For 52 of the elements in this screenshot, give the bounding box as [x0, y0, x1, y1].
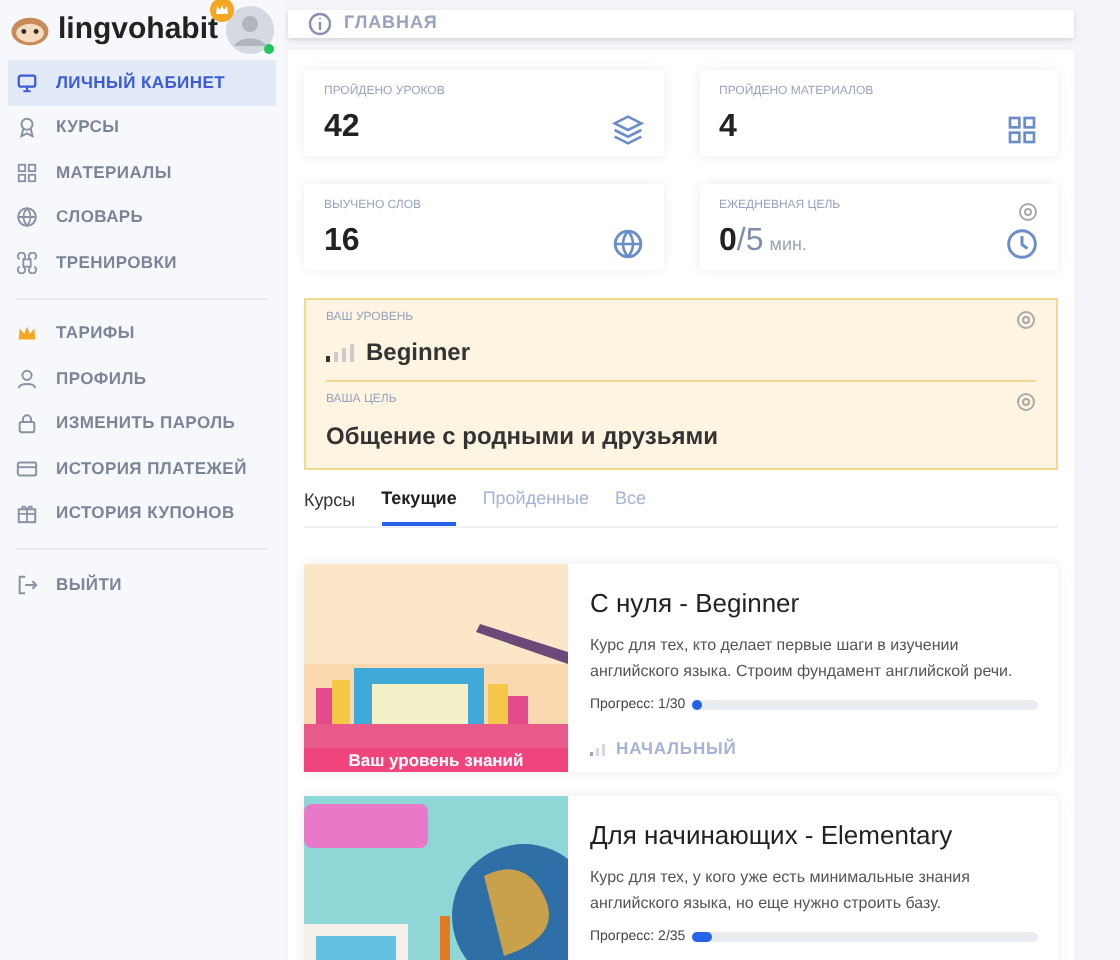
difficulty-label: НАЧАЛЬНЫЙ [616, 736, 737, 762]
section-title: Курсы [304, 487, 356, 514]
lock-icon [16, 412, 38, 435]
level-value: Beginner [366, 335, 471, 369]
sidebar-item[interactable]: ВЫЙТИ [8, 562, 276, 607]
sidebar-item[interactable]: ТАРИФЫ [8, 311, 276, 356]
tab[interactable]: Все [615, 485, 647, 526]
stat-value: 4 [719, 107, 739, 147]
course-title[interactable]: С нуля - Beginner [590, 584, 1038, 623]
settings-icon[interactable] [1016, 309, 1036, 329]
sidebar-item[interactable]: МАТЕРИАЛЫ [8, 150, 276, 195]
sidebar-item[interactable]: ИСТОРИЯ КУПОНОВ [8, 491, 276, 536]
tab[interactable]: Пройденные [482, 485, 590, 526]
course-description: Курс для тех, у кого уже есть минимальные знания английского языка, но еще нужно строить базу. [590, 865, 972, 915]
clock-icon [1006, 227, 1038, 259]
avatar-icon[interactable] [226, 6, 274, 54]
monitor-icon [16, 71, 38, 94]
sidebar-item[interactable]: ИЗМЕНИТЬ ПАРОЛЬ [8, 401, 276, 446]
stat-value: 16 [324, 221, 362, 261]
tab[interactable]: Текущие [381, 485, 457, 526]
stat-value: 42 [324, 107, 362, 147]
signal-level-icon [326, 341, 354, 361]
crown-icon [16, 322, 38, 345]
layers-icon [611, 113, 643, 145]
sidebar-item[interactable]: ТРЕНИРОВКИ [8, 240, 276, 285]
sidebar-item[interactable]: ЛИЧНЫЙ КАБИНЕТ [8, 60, 276, 105]
settings-icon[interactable] [1016, 391, 1036, 411]
settings-icon[interactable] [1018, 201, 1038, 221]
online-status-icon [264, 44, 274, 54]
user-icon [16, 367, 38, 390]
level-banner: Ваш уровень знаний [304, 748, 568, 772]
logout-icon [16, 573, 38, 596]
info-icon [308, 11, 332, 36]
globe-icon [611, 227, 643, 259]
stat-value: 0/5 мин. [719, 221, 809, 261]
globe-icon [16, 206, 38, 229]
breadcrumb[interactable]: ГЛАВНАЯ [344, 10, 438, 37]
gift-icon [16, 502, 38, 525]
sidebar-item[interactable]: СЛОВАРЬ [8, 195, 276, 240]
course-description: Курс для тех, кто делает первые шаги в изучении английского языка. Строим фундамент английской речи. [590, 633, 1015, 683]
signal-level-icon [590, 741, 606, 756]
sidebar-item[interactable]: ПРОФИЛЬ [8, 356, 276, 401]
goal-value: Общение с родными и друзьями [326, 419, 721, 453]
command-icon [16, 251, 38, 274]
credit-card-icon [16, 457, 38, 480]
sidebar-item[interactable]: КУРСЫ [8, 105, 276, 150]
medal-icon [16, 116, 38, 139]
grid-icon [16, 161, 38, 184]
brand-name: lingvohabit [58, 9, 218, 50]
grid-icon [1006, 113, 1038, 145]
course-title[interactable]: Для начинающих - Elementary [590, 816, 1038, 855]
sidebar-item[interactable]: ИСТОРИЯ ПЛАТЕЖЕЙ [8, 446, 276, 491]
